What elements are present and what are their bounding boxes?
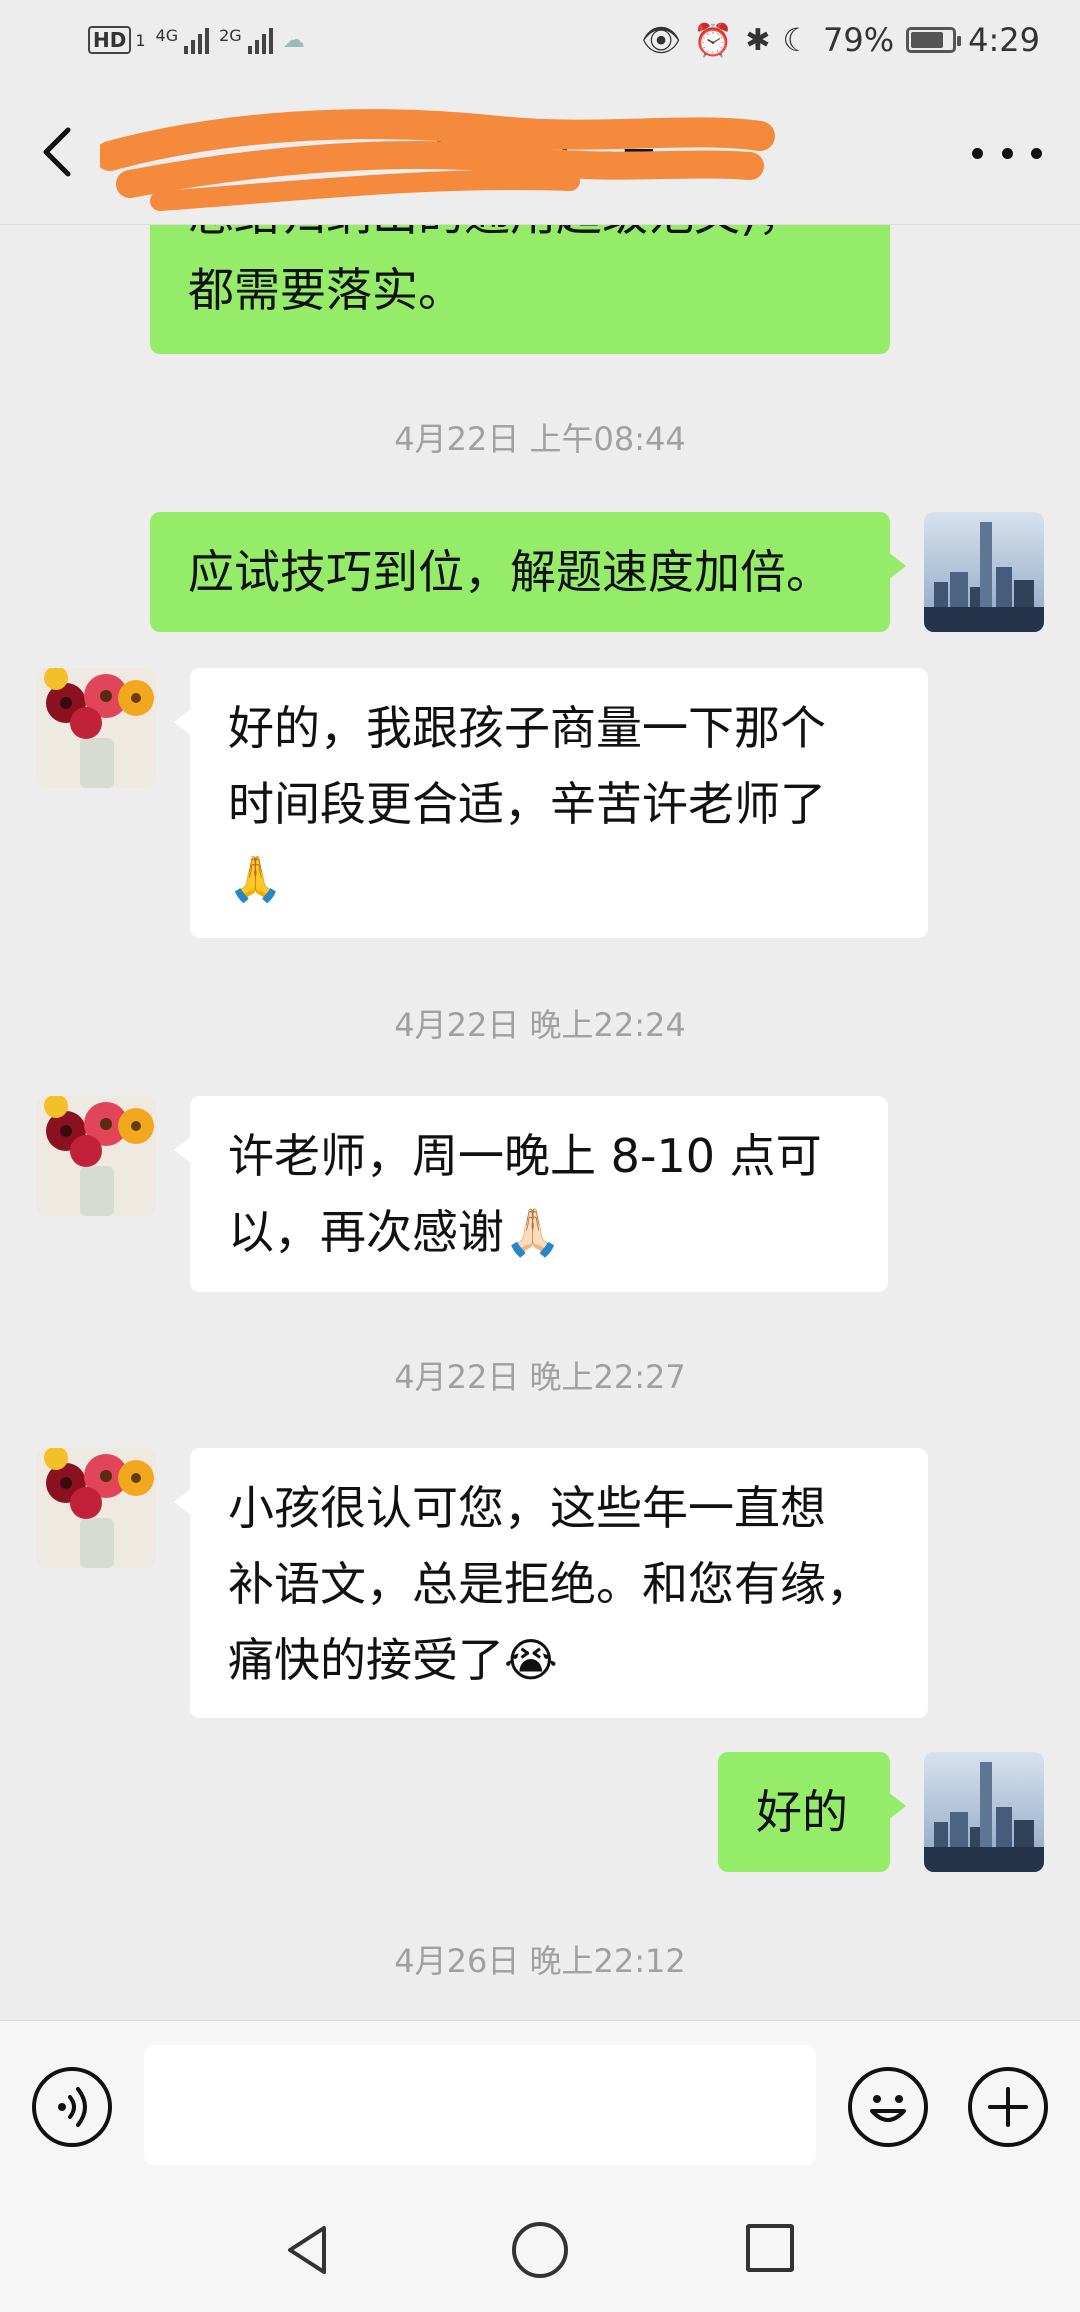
status-right: 👁 ⏰ ✱ ☾ 79% 4:29 [641,16,1040,64]
message-line: 许老师，周一晚上 8-10 点可 [228,1129,822,1183]
message-line: 补语文，总是拒绝。和您有缘， [228,1557,872,1611]
nav-recent-icon[interactable] [746,2224,794,2272]
signal-icon-1: 4G [156,26,210,54]
message-line: 总结归纳出的通用超级范文)， [188,224,852,252]
eye-icon: 👁 [640,21,682,59]
message-bubble-received[interactable]: 许老师，周一晚上 8-10 点可 以，再次感谢🙏🏻 [174,1096,888,1292]
contact-avatar[interactable] [36,1448,156,1568]
chat-header: …12000高三 [0,80,1080,225]
hd-badge: HD [88,26,132,54]
alarm-icon: ⏰ [693,21,734,59]
more-options-button[interactable] [972,128,1042,178]
emoji-icon[interactable] [848,2067,928,2147]
message-bubble-received[interactable]: 好的，我跟孩子商量一下那个 时间段更合适，辛苦许老师了 🙏 [174,668,928,938]
moon-icon: ☾ [782,21,812,59]
battery-percent: 79% [823,21,895,59]
my-avatar[interactable] [924,512,1044,632]
voice-icon[interactable] [32,2067,112,2147]
status-left: HD 1 4G 2G ☁ [88,20,305,60]
city-skyline-image [924,512,1044,632]
back-chevron-icon[interactable] [30,120,90,184]
flowers-image [36,1448,156,1568]
bluetooth-icon: ✱ [745,22,771,58]
status-bar: HD 1 4G 2G ☁ 👁 ⏰ ✱ ☾ 79% 4:29 [0,0,1080,80]
message-bubble-sent[interactable]: 总结归纳出的通用超级范文)， 都需要落实。 [150,224,890,354]
clock: 4:29 [968,21,1040,59]
battery-icon [906,27,962,53]
message-input[interactable] [144,2045,816,2165]
sim-slot: 1 [135,30,146,50]
nav-back-icon[interactable] [280,2220,340,2280]
network-type-1: 4G [155,26,179,45]
system-navigation-bar [0,2190,1080,2312]
message-line: 应试技巧到位，解题速度加倍。 [188,545,832,599]
nav-home-icon[interactable] [512,2222,568,2278]
weather-icon: ☁ [282,27,305,53]
message-line: 🙏 [228,854,283,905]
plus-icon[interactable] [968,2067,1048,2147]
message-timestamp: 4月22日 晚上22:24 [394,1006,686,1044]
message-line: 好的 [756,1785,848,1839]
chat-title: …12000高三 [377,125,663,179]
message-line: 痛快的接受了😭 [228,1633,558,1687]
message-timestamp: 4月22日 晚上22:27 [394,1358,686,1396]
message-line: 小孩很认可您，这些年一直想 [228,1481,826,1535]
message-bubble-received[interactable]: 小孩很认可您，这些年一直想 补语文，总是拒绝。和您有缘， 痛快的接受了😭 [174,1448,928,1718]
chat-message-list[interactable]: 总结归纳出的通用超级范文)， 都需要落实。 4月22日 上午08:44 应试技巧… [0,224,1080,2020]
message-bubble-sent[interactable]: 应试技巧到位，解题速度加倍。 [150,512,906,632]
message-timestamp: 4月22日 上午08:44 [394,420,686,458]
message-line: 以，再次感谢🙏🏻 [228,1205,562,1259]
message-input-bar [0,2020,1080,2191]
flowers-image [36,668,156,788]
signal-icon-2: 2G [219,26,273,54]
network-type-2: 2G [219,26,242,45]
message-bubble-sent[interactable]: 好的 [718,1752,906,1872]
my-avatar[interactable] [924,1752,1044,1872]
contact-avatar[interactable] [36,668,156,788]
flowers-image [36,1096,156,1216]
message-timestamp: 4月26日 晚上22:12 [394,1942,686,1980]
message-line: 时间段更合适，辛苦许老师了 [228,777,826,831]
contact-avatar[interactable] [36,1096,156,1216]
message-line: 都需要落实。 [188,263,464,317]
city-skyline-image [924,1752,1044,1872]
message-line: 好的，我跟孩子商量一下那个 [228,701,826,755]
